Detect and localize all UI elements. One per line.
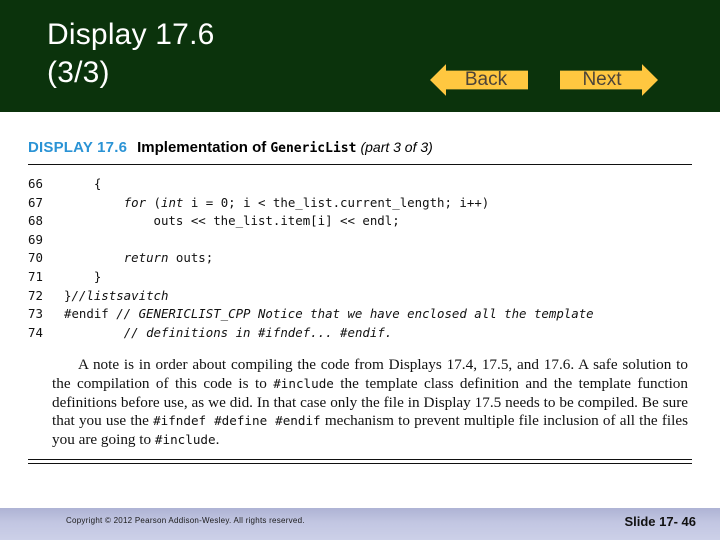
code-line-text: } [64,268,692,287]
code-listing: 66 {67 for (int i = 0; i < the_list.curr… [28,175,692,342]
code-line: 73 #endif // GENERICLIST_CPP Notice that … [28,305,692,324]
code-span: #endif [64,306,117,322]
code-span: return [123,250,169,266]
code-line-text: // definitions in #ifndef... #endif. [64,324,692,343]
code-span: //listsavitch [71,287,169,303]
code-span: for [123,194,147,210]
code-line-text: }//listsavitch [64,287,692,306]
code-line-number: 66 [28,176,43,191]
code-line: 70 return outs; [28,249,692,268]
code-line: 72 }//listsavitch [28,287,692,306]
code-line: 68 outs << the_list.item[i] << endl; [28,212,692,231]
code-line: 67 for (int i = 0; i < the_list.current_… [28,194,692,213]
code-line-number: 73 [28,306,43,322]
code-line-text: { [64,175,692,194]
display-part-label: (part 3 of 3) [360,139,433,155]
slide-number: Slide 17- 46 [624,514,696,529]
code-span: } [64,268,102,284]
code-line: 66 { [28,175,692,194]
page-title-line-1: Display 17.6 [47,18,215,51]
code-span [64,195,124,210]
code-span: int [161,194,184,210]
page-title-line-2: (3/3) [47,56,110,89]
code-span: outs << the_list.item[i] << endl; [64,213,400,229]
code-span: ( [146,194,161,210]
code-line: 71 } [28,268,692,287]
display-class-name: GenericList [270,141,357,156]
code-line-text: for (int i = 0; i < the_list.current_len… [64,194,692,213]
note-inline-code: #ifndef #define #endif [153,413,321,429]
copyright-text: Copyright © 2012 Pearson Addison-Wesley.… [66,516,305,525]
code-line-number: 74 [28,324,43,340]
code-line-number: 70 [28,250,43,266]
slide: Display 17.6 (3/3) Back Next DISPLAY 17.… [0,0,720,540]
page-title: Display 17.6 (3/3) [47,16,427,92]
code-line-number: 69 [28,231,43,247]
code-span: // GENERICLIST_CPP Notice that we have e… [116,306,594,322]
code-line: 69 [28,231,692,250]
code-line-number: 67 [28,194,43,210]
note-inline-code: #include [273,375,334,391]
caption-divider [28,164,692,165]
code-span [64,250,124,265]
display-caption: DISPLAY 17.6 Implementation of GenericLis… [28,138,692,162]
code-line-number: 72 [28,287,43,303]
code-line-text: #endif // GENERICLIST_CPP Notice that we… [64,305,692,324]
code-span: i = 0; i < the_list.current_length; i++) [183,194,490,210]
note-paragraph: A note is in order about compiling the c… [28,356,692,449]
figure-bottom-divider [28,459,692,464]
code-span: // definitions in #ifndef... #endif. [123,324,393,340]
display-title: Implementation of [137,139,267,156]
display-figure: DISPLAY 17.6 Implementation of GenericLis… [28,138,692,478]
code-line-number: 68 [28,213,43,229]
note-inline-code: #include [154,431,216,447]
code-span: { [64,176,102,191]
display-label: DISPLAY 17.6 [28,139,128,156]
code-line-text: outs << the_list.item[i] << endl; [64,212,692,231]
footer-bar: Copyright © 2012 Pearson Addison-Wesley.… [0,508,720,540]
code-line-text: return outs; [64,249,692,268]
note-text: . [215,430,220,448]
code-span: outs; [168,250,214,266]
code-span [64,325,124,340]
code-line: 74 // definitions in #ifndef... #endif. [28,324,692,343]
code-line-number: 71 [28,268,43,284]
